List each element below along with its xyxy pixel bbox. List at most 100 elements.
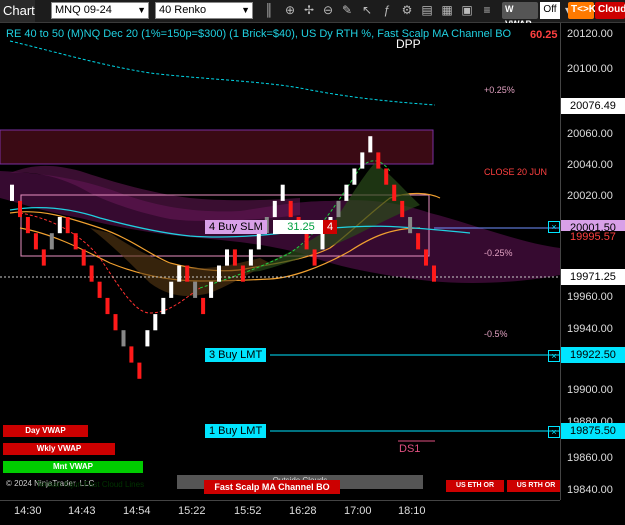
renko-brick <box>10 184 14 201</box>
position-order-label[interactable]: 4 Buy SLM <box>205 220 267 234</box>
chart-plot-area[interactable]: RE 40 to 50 (M)NQ Dec 20 (1%=150p=$300) … <box>0 23 560 500</box>
order-label-1-buy-lmt[interactable]: 1 Buy LMT <box>205 424 267 438</box>
renko-brick <box>248 249 253 266</box>
zoom-in-icon[interactable]: ⊕ <box>283 3 297 20</box>
time-tick: 15:22 <box>178 505 206 517</box>
drawing-tools-icon[interactable]: ✎ <box>340 3 354 20</box>
price-tick: 19940.00 <box>567 323 613 335</box>
renko-brick <box>280 184 285 201</box>
renko-brick <box>153 314 158 331</box>
price-tag-order-3: 19922.50 <box>561 347 625 363</box>
price-tick: 20060.00 <box>567 128 613 140</box>
price-tick: 20100.00 <box>567 63 613 75</box>
cancel-order-icon[interactable]: × <box>548 426 560 438</box>
renko-brick <box>384 168 389 185</box>
time-axis[interactable]: 14:30 14:43 14:54 15:22 15:52 16:28 17:0… <box>0 500 560 525</box>
order-label-3-buy-lmt[interactable]: 3 Buy LMT <box>205 348 267 362</box>
renko-brick <box>225 249 229 266</box>
renko-brick <box>336 200 341 218</box>
renko-brick <box>217 265 221 282</box>
renko-brick <box>432 265 436 282</box>
chart-trader-icon[interactable]: ▣ <box>460 3 474 20</box>
renko-brick <box>424 249 428 266</box>
crosshair-icon[interactable]: ✢ <box>302 3 316 20</box>
renko-brick <box>416 233 421 250</box>
price-tick: 20020.00 <box>567 190 613 202</box>
price-tick: 20040.00 <box>567 159 613 171</box>
renko-brick <box>193 281 198 298</box>
price-tick: 19900.00 <box>567 384 613 396</box>
chart-toolbar: Chart MNQ 09-24 ▼ 40 Renko ▼ ║ ⊕ ✢ ⊖ ✎ ↖… <box>0 0 625 29</box>
renko-brick <box>185 265 190 282</box>
price-tick: 19960.00 <box>567 291 613 303</box>
weekly-vwap-button[interactable]: Wkly VWAP <box>3 443 115 455</box>
properties-icon[interactable]: ≡ <box>480 3 494 20</box>
renko-brick <box>209 281 214 298</box>
chart-tab[interactable]: Chart <box>0 0 35 22</box>
monthly-vwap-button[interactable]: Mnt VWAP <box>3 461 143 473</box>
layers-icon[interactable]: ▤ <box>420 3 434 20</box>
price-axis[interactable]: 20120.00 20100.00 20060.00 20040.00 2002… <box>560 23 625 500</box>
us-rth-or-button[interactable]: US RTH OR <box>507 480 560 492</box>
strategy-button[interactable]: Fast Scalp MA Channel BO <box>204 480 340 494</box>
renko-brick <box>97 281 102 298</box>
price-tick: 19860.00 <box>567 452 613 464</box>
cancel-order-icon[interactable]: × <box>548 350 560 362</box>
ds1-label: DS1 <box>399 443 421 455</box>
instrument-selector[interactable]: MNQ 09-24 ▼ <box>51 2 149 19</box>
indicators-icon[interactable]: ƒ <box>380 3 394 20</box>
renko-brick <box>18 200 22 218</box>
pct-plus-025: +0.25% <box>484 85 515 95</box>
pct-minus-05: -0.5% <box>484 329 508 339</box>
renko-brick <box>344 184 349 201</box>
tk-button[interactable]: T<>K <box>568 2 596 19</box>
position-qty[interactable]: 4 <box>323 220 337 234</box>
off-toggle[interactable]: Off <box>540 2 560 19</box>
ichimoku-label: Tenkan Kijun Fast Cloud Lines <box>36 480 145 489</box>
renko-brick <box>368 136 373 153</box>
time-tick: 15:52 <box>234 505 262 517</box>
chevron-down-icon: ▼ <box>241 5 250 15</box>
cloud-button[interactable]: Cloud <box>595 2 625 19</box>
renko-brick <box>232 249 237 266</box>
header-value: 60.25 <box>530 29 558 41</box>
renko-brick <box>145 330 150 347</box>
renko-brick <box>137 362 142 379</box>
price-tag-last: 19971.25 <box>561 269 625 285</box>
upper-dashed-line <box>9 40 436 106</box>
instrument-value: MNQ 09-24 <box>55 4 112 16</box>
close-position-icon[interactable]: × <box>548 221 560 233</box>
renko-brick <box>161 297 166 315</box>
renko-brick <box>256 233 261 250</box>
chart-title: RE 40 to 50 (M)NQ Dec 20 (1%=150p=$300) … <box>6 28 512 40</box>
position-pnl: 31.25 <box>273 220 329 234</box>
price-tag-order-1: 19875.50 <box>561 423 625 439</box>
renko-brick <box>352 168 357 185</box>
time-tick: 16:28 <box>289 505 317 517</box>
cursor-icon[interactable]: ↖ <box>360 3 374 20</box>
price-tag-ma: 19995.57 <box>561 231 625 243</box>
bars-icon[interactable]: ║ <box>262 3 276 20</box>
renko-brick <box>65 217 70 234</box>
template-icon[interactable]: ▦ <box>440 3 454 20</box>
renko-brick <box>113 314 118 331</box>
renko-brick <box>169 281 174 298</box>
us-eth-or-button[interactable]: US ETH OR <box>446 480 504 492</box>
dpp-label: DPP <box>396 37 421 51</box>
renko-brick <box>320 233 325 250</box>
renko-brick <box>57 217 62 234</box>
renko-brick <box>105 297 110 315</box>
vwap-button[interactable]: W VWAP <box>502 2 538 29</box>
bar-type-value: 40 Renko <box>159 4 207 16</box>
renko-brick <box>89 265 94 282</box>
time-tick: 14:43 <box>68 505 96 517</box>
renko-brick <box>272 200 277 218</box>
day-vwap-button[interactable]: Day VWAP <box>3 425 88 437</box>
bar-type-selector[interactable]: 40 Renko ▼ <box>155 2 253 19</box>
renko-brick <box>121 330 126 347</box>
time-tick: 17:00 <box>344 505 372 517</box>
zoom-out-icon[interactable]: ⊖ <box>321 3 335 20</box>
time-tick: 18:10 <box>398 505 426 517</box>
strategies-icon[interactable]: ⚙ <box>400 3 414 20</box>
renko-brick <box>81 249 86 266</box>
